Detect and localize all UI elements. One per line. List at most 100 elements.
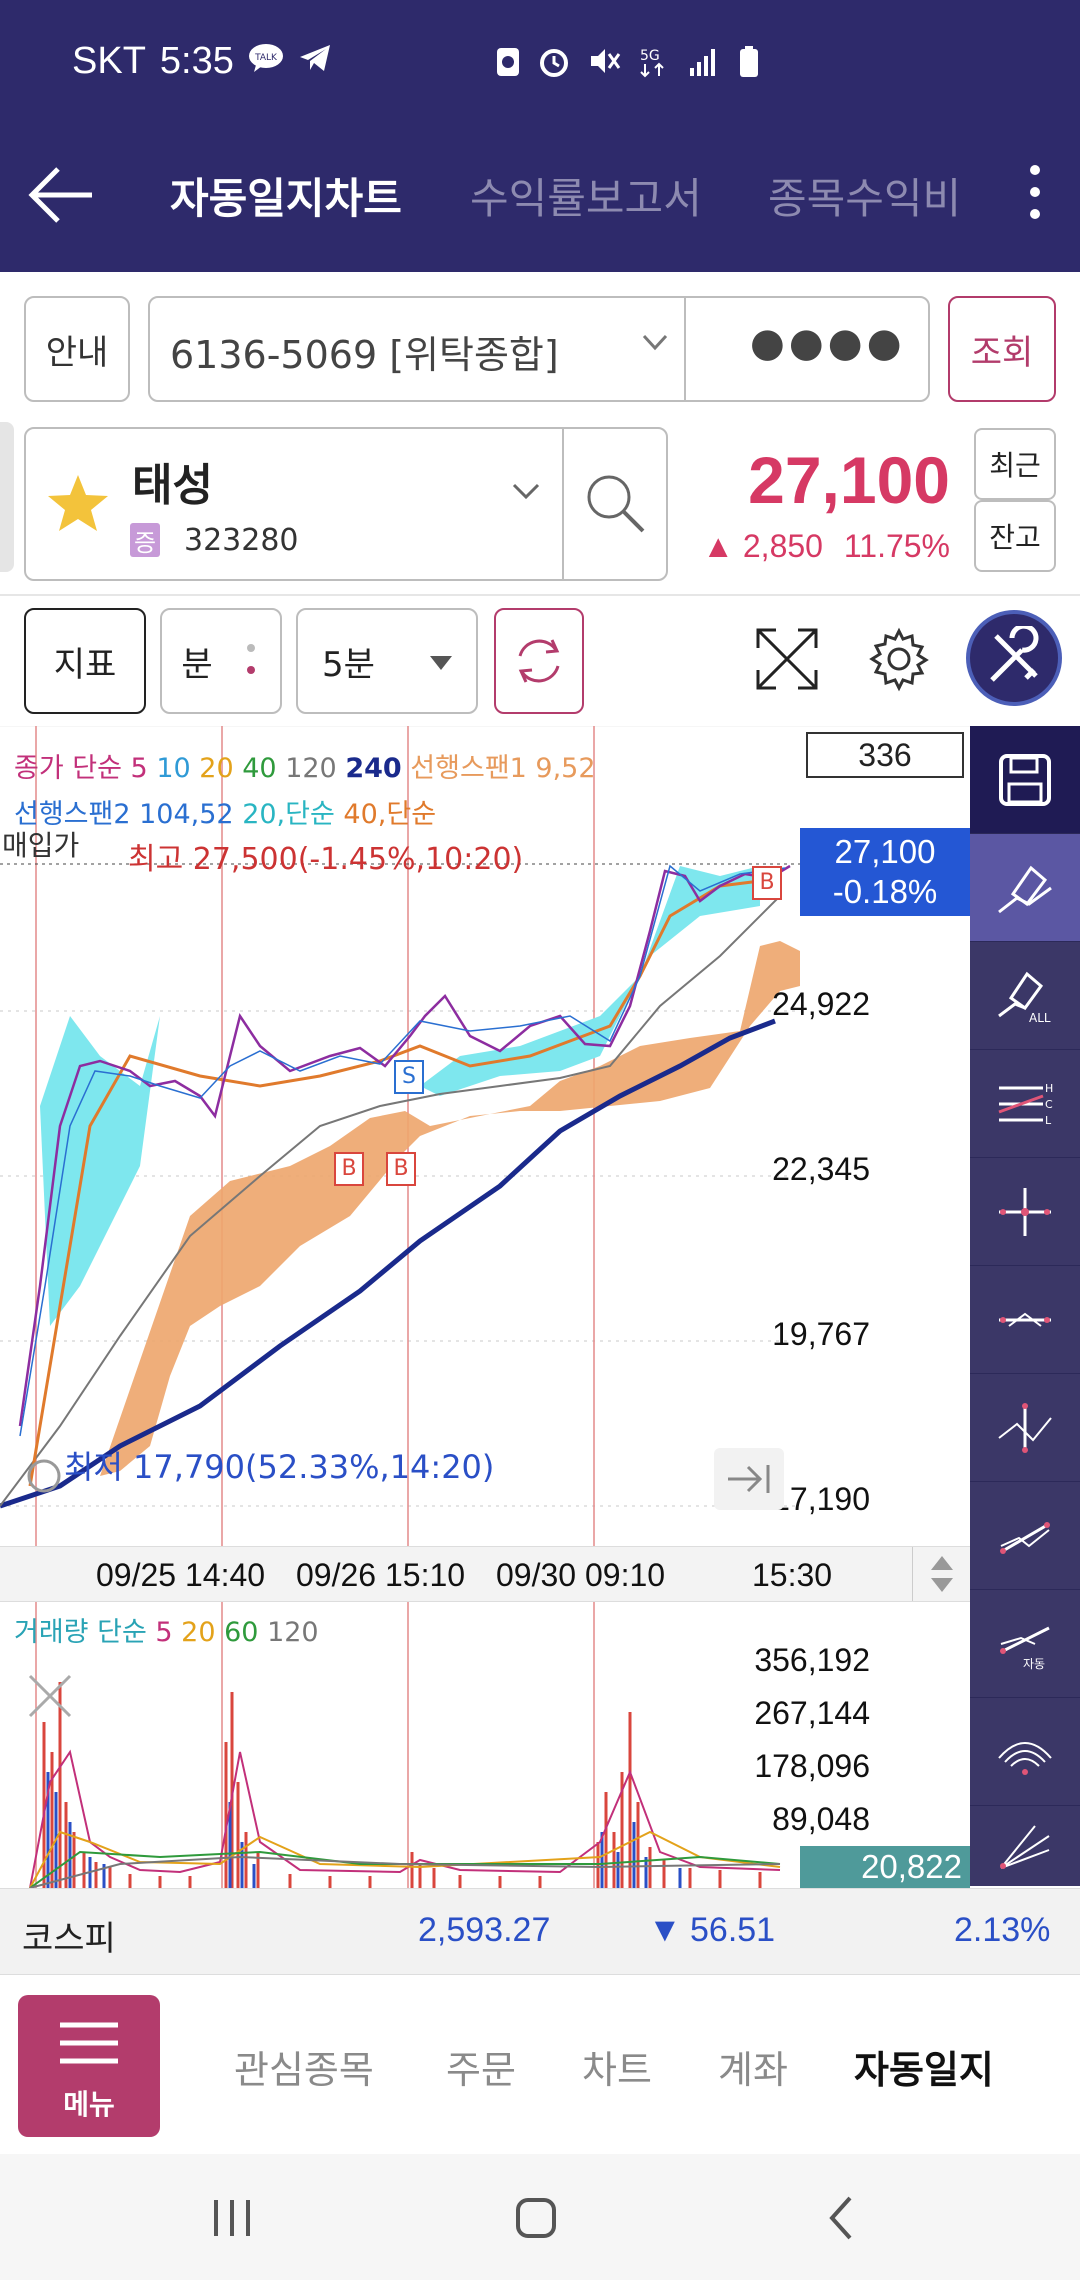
tab-stock-return[interactable]: 종목수익비 [768, 165, 968, 226]
vertical-line-button[interactable] [970, 1374, 1080, 1482]
current-price: 27,100 [748, 443, 950, 517]
hamburger-icon [60, 2022, 118, 2064]
refresh-button[interactable] [494, 608, 584, 714]
auto-trend-button[interactable]: 자동 [970, 1590, 1080, 1698]
tab-return-report[interactable]: 수익률보고서 [470, 165, 702, 226]
telegram-icon [298, 40, 332, 83]
recent-apps-icon [214, 2200, 250, 2236]
battery-icon [737, 44, 761, 86]
recent-button[interactable]: 최근 [974, 428, 1056, 500]
index-change: 56.51 [690, 1911, 776, 1949]
auto-trend-icon: 자동 [1000, 1626, 1050, 1671]
chart-toolbar: 지표 분 5분 [0, 594, 1080, 724]
eraser-all-icon: ALL [998, 971, 1051, 1025]
back-button[interactable] [24, 155, 104, 235]
home-button[interactable] [504, 2186, 568, 2250]
buy-price-label: 매입가 [2, 829, 80, 862]
eraser-button[interactable] [970, 834, 1080, 942]
legend-item: 20,단순 [242, 799, 335, 830]
legend-item: 5 [130, 753, 148, 784]
search-icon [587, 475, 645, 533]
interval-select[interactable]: 5분 [296, 608, 478, 714]
time-axis[interactable]: 09/25 14:40 09/26 15:10 09/30 09:10 15:3… [0, 1546, 970, 1602]
fan-line-button[interactable] [970, 1806, 1080, 1886]
fibonacci-arc-icon [998, 1741, 1052, 1775]
account-selector[interactable]: 6136-5069 [위탁종합] ●●●● [148, 296, 930, 402]
zoom-reset-icon[interactable] [24, 1456, 64, 1496]
nav-watchlist[interactable]: 관심종목 [234, 2039, 374, 2094]
indicator-legend-1[interactable]: 종가 단순 5 10 20 40 120 240 선행스팬1 9,52 [14, 746, 596, 785]
recycle-icon [495, 44, 521, 86]
volume-y-tick: 178,096 [754, 1748, 870, 1784]
price-tag-value: 27,100 [834, 833, 936, 870]
index-ticker[interactable]: 코스피 2,593.27 ▼ 56.51 2.13% [0, 1888, 1080, 1974]
unit-button[interactable]: 분 [160, 608, 282, 714]
query-button[interactable]: 조회 [948, 296, 1056, 402]
volume-chart[interactable]: 거래량 단순 5 20 60 120 356,192 267,144 178,0… [0, 1602, 970, 1888]
status-icons: 5G [495, 44, 761, 86]
nav-auto-journal[interactable]: 자동일지 [854, 2039, 994, 2094]
left-edge-handle[interactable] [0, 422, 14, 572]
expand-icon [756, 628, 818, 690]
index-name: 코스피 [22, 1920, 116, 1958]
status-left: SKT 5:35 TALK [72, 40, 332, 83]
legend-item: 40 [242, 753, 277, 784]
save-drawing-button[interactable] [970, 726, 1080, 834]
balance-button[interactable]: 잔고 [974, 500, 1056, 572]
more-options-button[interactable] [1020, 157, 1050, 237]
sell-marker: S [394, 1060, 424, 1094]
nav-account[interactable]: 계좌 [718, 2039, 788, 2094]
tab-auto-journal-chart[interactable]: 자동일지차트 [170, 165, 402, 226]
index-change-percent: 2.13% [954, 1911, 1051, 1949]
system-navigation-bar [0, 2154, 1080, 2280]
menu-button[interactable]: 메뉴 [18, 1995, 160, 2137]
scroll-to-end-button[interactable] [714, 1448, 784, 1510]
legend-item: 20 [181, 1617, 216, 1648]
count-box: 336 [806, 732, 964, 778]
svg-text:자동: 자동 [1023, 1657, 1045, 1671]
legend-item: 120 [267, 1617, 319, 1648]
crosshair-line-button[interactable] [970, 1158, 1080, 1266]
settings-button[interactable] [866, 626, 940, 700]
tools-button[interactable] [966, 610, 1062, 706]
down-triangle-icon: ▼ [648, 1911, 682, 1949]
interval-value: 5분 [322, 644, 375, 685]
guide-button[interactable]: 안내 [24, 296, 130, 402]
hcl-lines-button[interactable]: HCL [970, 1050, 1080, 1158]
change-percent: 11.75% [843, 528, 950, 564]
price-change: ▲ 2,850 11.75% [690, 528, 950, 565]
volume-y-tick: 356,192 [754, 1642, 870, 1678]
back-nav-button[interactable] [810, 2186, 874, 2250]
y-tick: 22,345 [772, 1151, 870, 1187]
star-icon[interactable] [46, 471, 110, 539]
price-tag-percent: -0.18% [832, 873, 938, 910]
crosshair-icon [999, 1187, 1051, 1236]
refresh-icon [518, 639, 560, 683]
talk-icon: TALK [248, 40, 284, 83]
nav-order[interactable]: 주문 [446, 2039, 516, 2094]
search-button[interactable] [566, 429, 666, 579]
nav-chart[interactable]: 차트 [582, 2039, 652, 2094]
drawing-toolbar: ALL HCL 자동 [970, 726, 1080, 1886]
fibonacci-arc-button[interactable] [970, 1698, 1080, 1806]
index-value: 2,593.27 [418, 1911, 551, 1949]
horizontal-line-button[interactable] [970, 1266, 1080, 1374]
trend-line-button[interactable] [970, 1482, 1080, 1590]
fullscreen-button[interactable] [752, 624, 832, 704]
alarm-icon [537, 44, 571, 86]
hcl-lines-icon: HCL [998, 1082, 1053, 1127]
close-icon [28, 1674, 72, 1718]
stock-selector[interactable]: 태성 증 323280 [24, 427, 668, 581]
recent-apps-button[interactable] [200, 2190, 264, 2246]
volume-legend[interactable]: 거래량 단순 5 20 60 120 [14, 1610, 319, 1649]
buy-marker: B [752, 866, 782, 900]
indicator-button[interactable]: 지표 [24, 608, 146, 714]
svg-text:H: H [1045, 1082, 1053, 1095]
chevron-down-icon [640, 326, 670, 364]
pane-resize-handle[interactable] [912, 1547, 970, 1601]
buy-marker: B [386, 1152, 416, 1186]
close-pane-button[interactable] [24, 1670, 76, 1722]
password-field[interactable]: ●●●● [750, 320, 906, 366]
unit-label: 분 [181, 644, 213, 685]
erase-all-button[interactable]: ALL [970, 942, 1080, 1050]
